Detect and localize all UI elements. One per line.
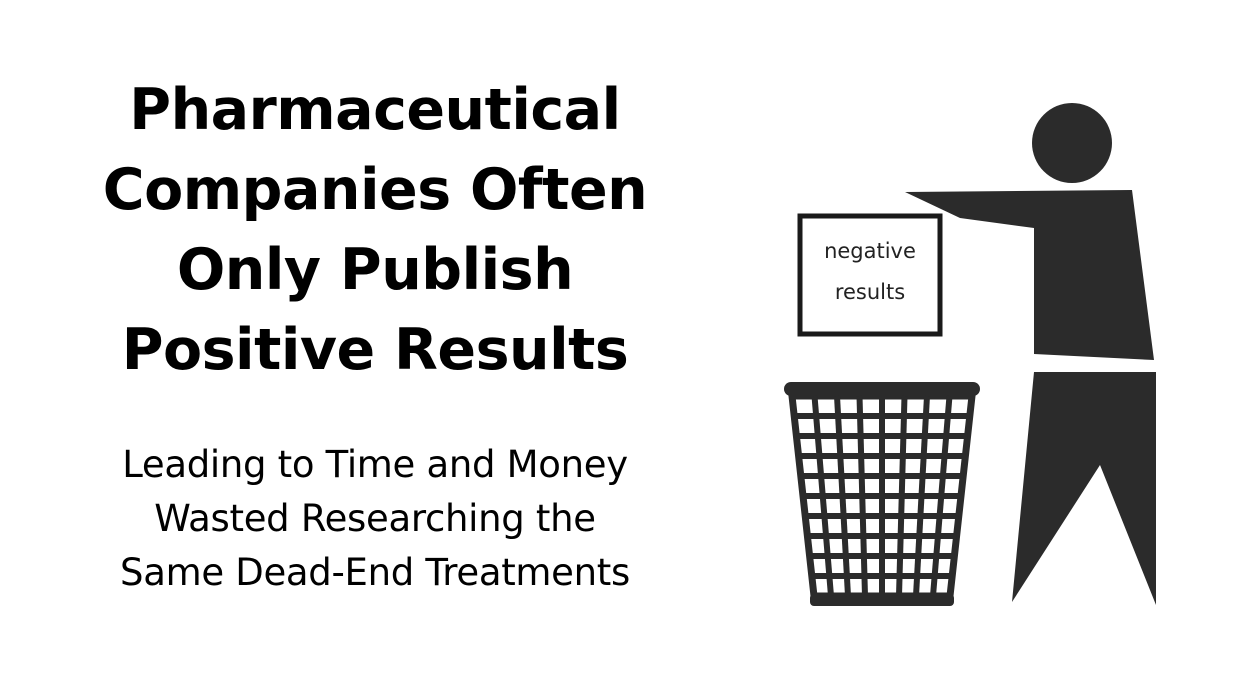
subheadline-line-1: Leading to Time and Money <box>122 443 628 486</box>
headline-line-3: Only Publish <box>176 237 574 303</box>
person-head-icon <box>1032 103 1112 183</box>
tidyman-illustration: negative results <box>750 80 1210 640</box>
wastebasket-mesh <box>794 395 970 597</box>
tidyman-svg: negative results <box>784 103 1156 606</box>
headline-line-1: Pharmaceutical <box>129 77 621 143</box>
negative-results-paper: negative results <box>797 213 943 337</box>
wastebasket-icon <box>784 382 980 606</box>
headline-line-4: Positive Results <box>121 317 629 383</box>
text-column: Pharmaceutical Companies Often Only Publ… <box>40 70 710 600</box>
subheadline-line-2: Wasted Researching the <box>154 497 596 540</box>
person-legs-icon <box>1012 372 1156 605</box>
paper-label-line-1: negative <box>824 239 916 263</box>
subheadline: Leading to Time and Money Wasted Researc… <box>40 438 710 600</box>
headline-line-2: Companies Often <box>102 157 648 223</box>
slide: Pharmaceutical Companies Often Only Publ… <box>0 0 1254 682</box>
paper-frame <box>797 213 943 337</box>
headline: Pharmaceutical Companies Often Only Publ… <box>40 70 710 390</box>
paper-label-line-2: results <box>835 280 905 304</box>
subheadline-line-3: Same Dead-End Treatments <box>120 551 630 594</box>
